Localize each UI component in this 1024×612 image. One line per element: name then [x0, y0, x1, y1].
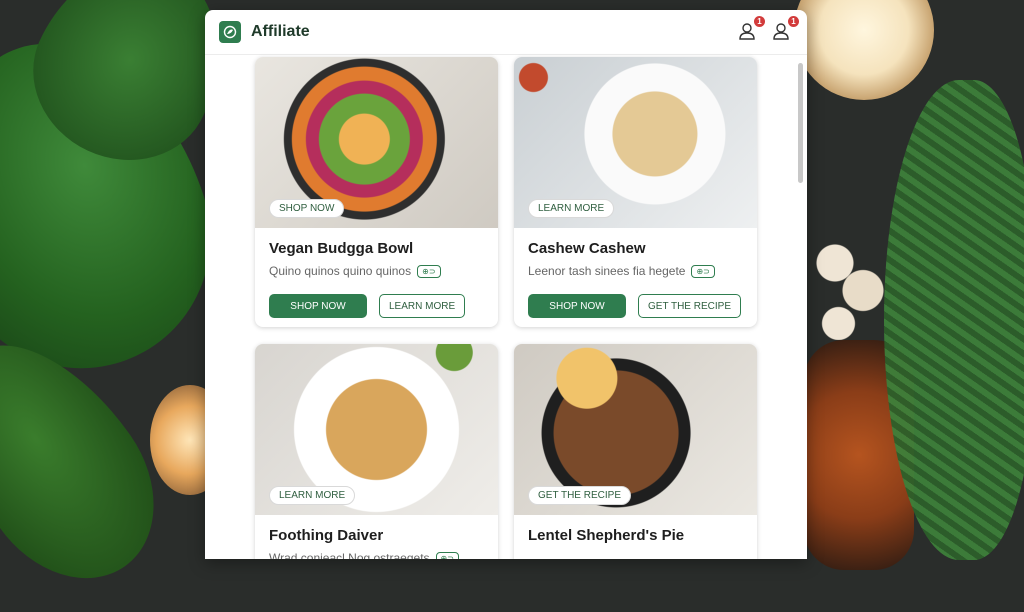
shepherds-pie-image: GET THE RECIPE — [514, 344, 757, 515]
top-bar: Affiliate 1 1 — [205, 10, 807, 55]
image-tag[interactable]: LEARN MORE — [528, 199, 615, 218]
card-description: Quino quinos quino quinos ⊕⊃ — [269, 264, 484, 278]
cashew-pasta-image: LEARN MORE — [514, 57, 757, 228]
card-title: Foothing Daiver — [269, 527, 384, 544]
image-tag[interactable]: SHOP NOW — [269, 199, 345, 218]
description-text: Wrad conieacl Nog ostraegets — [269, 551, 430, 559]
profile-button[interactable]: 1 — [771, 16, 799, 43]
link-icon: ⊕⊃ — [417, 264, 441, 278]
card-title: Vegan Budgga Bowl — [269, 240, 414, 257]
candle-decor — [794, 0, 934, 100]
link-icon: ⊕⊃ — [691, 264, 715, 278]
buddha-bowl-image: SHOP NOW — [255, 57, 498, 228]
image-tag[interactable]: LEARN MORE — [269, 486, 356, 505]
description-text: Leenor tash sinees fia hegete — [528, 264, 686, 278]
app-title: Affiliate — [251, 23, 310, 40]
card-title: Lentel Shepherd's Pie — [528, 527, 685, 544]
link-icon: ⊕⊃ — [435, 551, 459, 559]
card-description: Wrad conieacl Nog ostraegets ⊕⊃ — [269, 551, 484, 559]
image-tag[interactable]: GET THE RECIPE — [528, 486, 631, 505]
product-card[interactable]: SHOP NOW Vegan Budgga Bowl Quino quinos … — [255, 57, 498, 327]
description-text: Quino quinos quino quinos — [269, 264, 412, 278]
leaf-logo-icon — [219, 21, 241, 43]
product-card[interactable]: LEARN MORE Foothing Daiver Wrad conieacl… — [255, 344, 498, 559]
card-description: Leenor tash sinees fia hegete ⊕⊃ — [528, 264, 743, 278]
mushrooms-decor — [814, 230, 884, 340]
shop-now-button[interactable]: SHOP NOW — [269, 294, 367, 318]
get-the-recipe-button[interactable]: GET THE RECIPE — [638, 294, 741, 318]
notification-badge: 1 — [788, 16, 799, 27]
card-title: Cashew Cashew — [528, 240, 646, 257]
notification-badge: 1 — [754, 16, 765, 27]
product-card[interactable]: GET THE RECIPE Lentel Shepherd's Pie — [514, 344, 757, 559]
account-button[interactable]: 1 — [737, 16, 765, 43]
shop-now-button[interactable]: SHOP NOW — [528, 294, 626, 318]
app-window: Affiliate 1 1 SHOP NOW Vegan Budgga Bowl… — [205, 10, 807, 559]
learn-more-button[interactable]: LEARN MORE — [379, 294, 466, 318]
product-card[interactable]: LEARN MORE Cashew Cashew Leenor tash sin… — [514, 57, 757, 327]
card-grid: SHOP NOW Vegan Budgga Bowl Quino quinos … — [205, 55, 807, 559]
fern-decor — [884, 80, 1024, 560]
scrollbar[interactable] — [798, 63, 803, 183]
pasta-image: LEARN MORE — [255, 344, 498, 515]
